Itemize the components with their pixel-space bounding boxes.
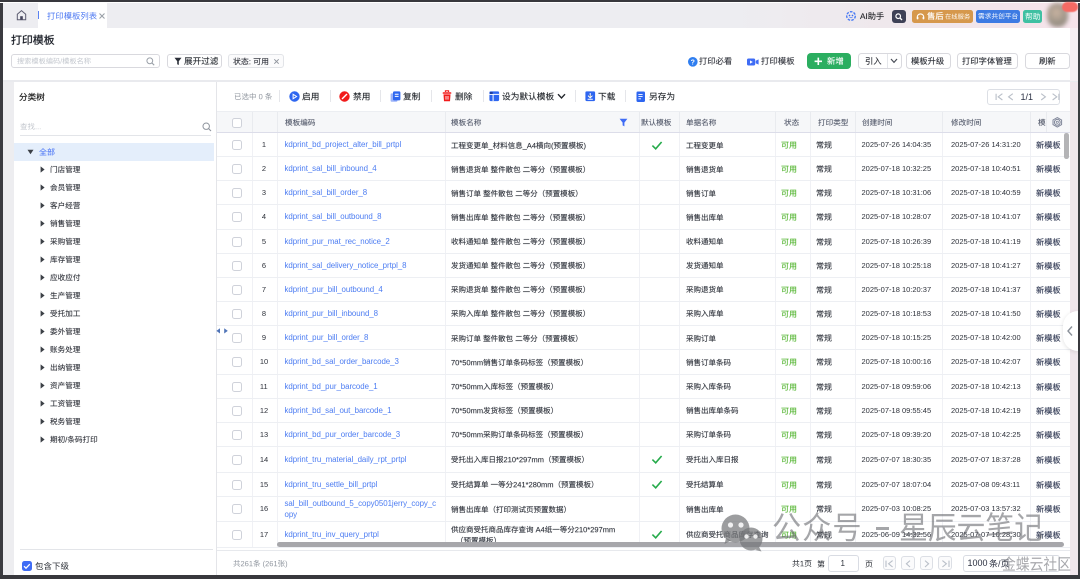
svg-text:?: ? (690, 59, 694, 66)
